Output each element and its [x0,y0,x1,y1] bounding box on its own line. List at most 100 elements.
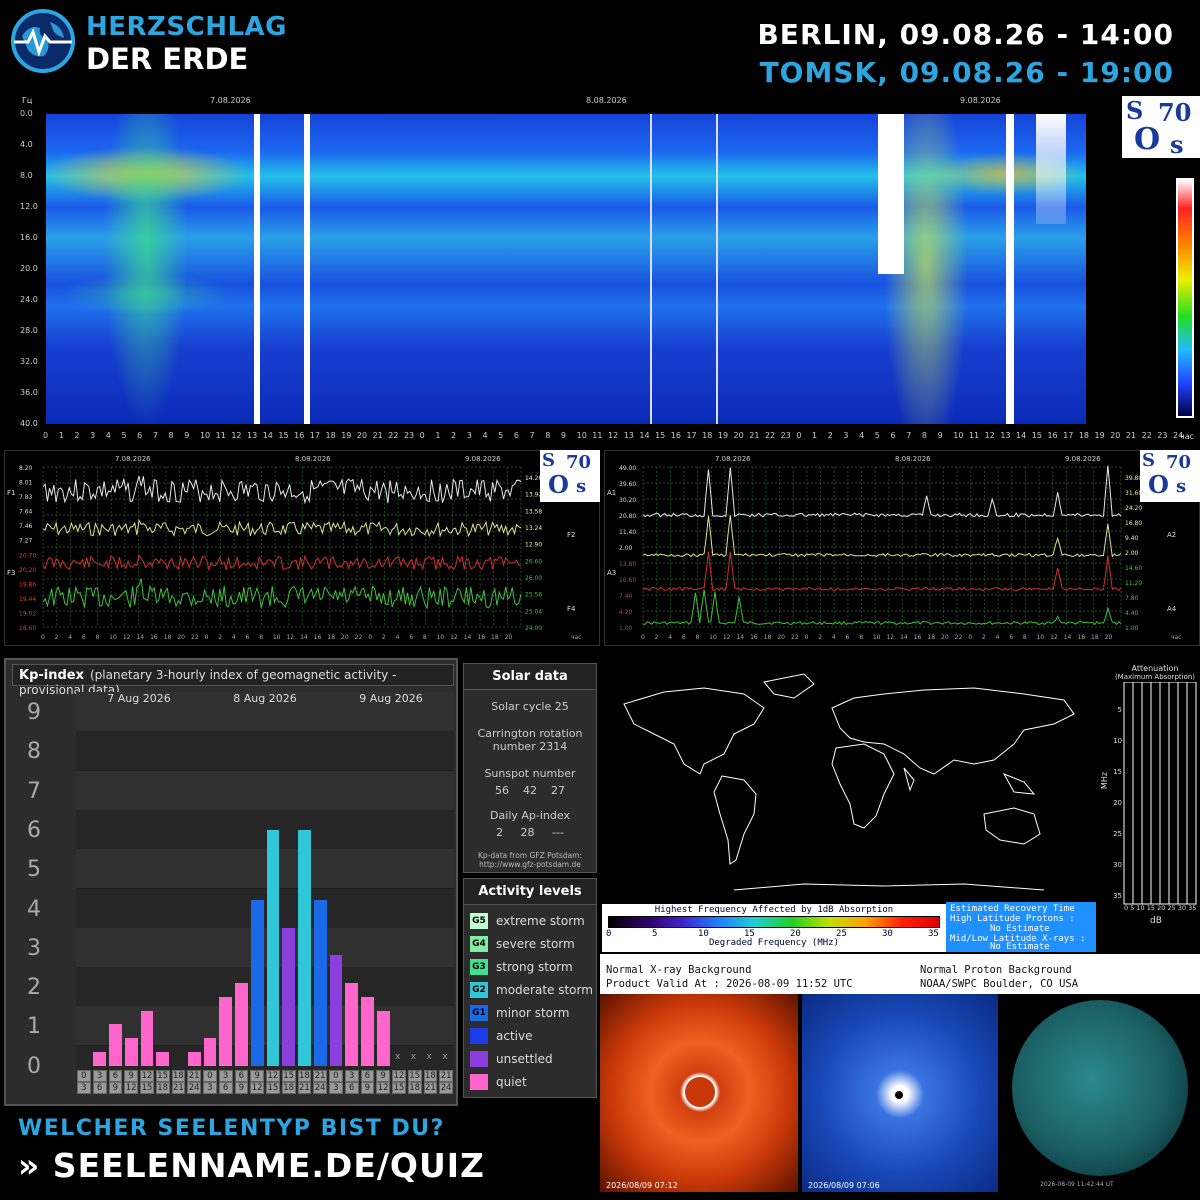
chart-x-tick: 18 [491,634,499,641]
kp-hour-end: 12 [250,1082,264,1094]
chart-left-tick: 19.86 [19,581,36,588]
spectrogram-x-tick: 8 [168,431,174,440]
kp-bar [298,830,311,1066]
chart-x-tick: 12 [1050,634,1058,641]
kp-hour-start: 6 [360,1070,375,1082]
carrington-rotation: Carrington rotation number 2314 [477,727,583,753]
spectrogram-x-tick: 22 [388,431,399,440]
spectrogram-date: 9.08.2026 [960,96,1001,105]
chart-left-tick: 11.40 [619,529,636,536]
chart-x-tick: 22 [955,634,963,641]
activity-level-label: unsettled [496,1052,553,1066]
recovery-title: Estimated Recovery Time [950,904,1075,914]
spectrogram-x-tick: 4 [482,431,488,440]
chart-left-tick: 49.00 [619,465,636,472]
kp-day-label: 8 Aug 2026 [233,692,297,705]
kp-hour-start: 3 [218,1070,233,1082]
brand-line-1: HERZSCHLAG [86,12,287,42]
kp-hour-start: 6 [108,1070,123,1082]
chart-series-label: A2 [1167,531,1176,539]
kp-level-label: 1 [27,1014,41,1040]
chart-x-unit: час [1171,634,1182,641]
activity-level-swatch [470,1028,488,1044]
spectrogram-x-tick: 10 [199,431,211,440]
kp-bar [266,830,280,1066]
kp-grid-row [76,888,454,928]
drap-legend-xlabel: Degraded Frequency (MHz) [708,938,840,948]
kp-bar [329,955,343,1066]
proton-status: Normal Proton Background [920,964,1072,976]
a4-line [642,589,1122,626]
drap-color-scale [608,916,940,928]
spectrogram-date: 7.08.2026 [210,96,251,105]
spectrogram-x-tick: 16 [670,431,681,440]
chart-x-tick: 4 [996,634,1000,641]
chart-left-tick: 7.64 [19,509,33,516]
chart-left-tick: 8.01 [19,480,33,487]
kp-hour-start: 0 [77,1070,91,1082]
chart-right-tick: 16.80 [1125,520,1142,527]
chart-right-tick: 9.40 [1125,535,1139,542]
chart-x-tick: 0 [805,634,809,641]
attenuation-y-tick: 10 [1113,737,1122,745]
ap-label: Daily Ap-index [490,809,570,822]
chart-x-tick: 2 [818,634,822,641]
activity-level-swatch: G1 [470,1005,488,1021]
spectrogram-x-tick: 6 [137,431,143,440]
spectrogram-x-tick: 18 [1078,431,1090,440]
spectrogram-x-tick: 14 [639,431,650,440]
spectrogram-x-tick: 18 [702,431,713,440]
spectrogram-x-tick: 3 [843,431,849,440]
spectrogram-x-tick: 0 [43,431,49,440]
spectrogram-x-tick: 5 [498,431,504,440]
drap-legend-tick: 35 [928,929,939,939]
kp-bar [140,1010,154,1066]
kp-hour-end: 12 [124,1082,138,1094]
quiz-link[interactable]: » SEELENNAME.DE/QUIZ [18,1146,485,1185]
spectrogram-x-tick: 19 [717,431,729,440]
kp-bar [361,996,374,1066]
chart-right-tick: 14.60 [1125,565,1142,572]
sdo-timestamp: 2026-08-09 11:42:44 UT [1040,1181,1114,1188]
activity-level-swatch: G3 [470,959,488,975]
drap-legend-tick: 30 [882,929,893,939]
kp-grid-row [76,927,454,967]
spectrogram-y-tick: 12.0 [20,202,38,211]
drap-legend-tick: 10 [698,929,709,939]
kp-hour-end: 18 [281,1082,296,1094]
ap-values: 2 28 --- [496,826,564,839]
spectrogram-x-tick: 16 [1047,431,1058,440]
spectrogram-x-tick: 11 [592,431,603,440]
activity-level-item: unsettled [470,1051,553,1067]
kp-level-label: 7 [27,778,41,804]
spectrogram-x-tick: 0 [419,431,425,440]
chart-right-tick: 26.60 [525,558,542,565]
chart-left-tick: 18.60 [19,625,36,632]
kp-grid-row [76,731,454,771]
chart-left-tick: 20.80 [619,513,636,520]
attenuation-y-tick: 25 [1113,830,1122,838]
spectrogram-x-tick: 21 [372,431,383,440]
chart-date: 8.08.2026 [295,455,331,463]
chart-x-tick: 10 [273,634,281,641]
spectrogram-x-tick: 20 [733,431,744,440]
kp-bar [187,1052,201,1066]
spectrogram-x-tick: 14 [262,431,273,440]
spectrogram-x-tick: 17 [1063,431,1074,440]
kp-bar [124,1038,138,1066]
chart-x-tick: 2 [55,634,59,641]
tomsk-time: TOMSK, 09.08.26 - 19:00 [759,56,1174,89]
schumann-spectrogram [46,114,1090,424]
spectrogram-x-tick: 12 [984,431,995,440]
spectrogram-y-tick: 28.0 [20,326,38,335]
spectrogram-x-tick: 6 [890,431,896,440]
kp-hour-start: 3 [92,1070,107,1082]
activity-level-item: G2 moderate storm [470,982,593,998]
spectrogram-x-tick: 18 [325,431,336,440]
kp-hour-end: 6 [92,1082,107,1094]
activity-level-label: extreme storm [496,914,585,928]
kp-hour-end: 24 [187,1082,201,1094]
spectrogram-x-tick: 5 [874,431,880,440]
kp-hour-end: 12 [376,1082,390,1094]
activity-level-label: active [496,1029,533,1043]
